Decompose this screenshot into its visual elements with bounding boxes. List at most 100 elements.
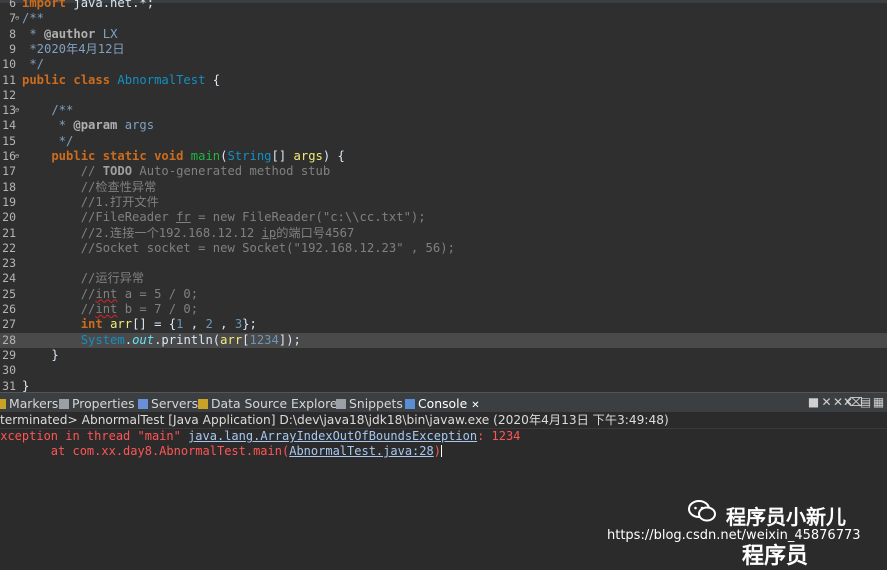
code-text: /** [22, 103, 73, 118]
snippets-icon [336, 399, 346, 409]
code-text: //int b = 7 / 0; [22, 302, 198, 317]
code-token: . [124, 332, 133, 347]
code-text: } [22, 379, 29, 393]
code-line[interactable]: 13 ⊖ /** [0, 103, 887, 118]
code-text: *2020年4月12日 [22, 42, 124, 57]
code-text: //1.打开文件 [22, 195, 159, 210]
code-line[interactable]: 21 //2.连接一个192.168.12.12 ip的端口号4567 [0, 226, 887, 241]
code-token: args [293, 149, 323, 163]
text-caret [440, 445, 442, 457]
line-number: 31 [2, 378, 16, 393]
code-token: 2 [205, 317, 213, 332]
code-token: */ [22, 133, 74, 148]
code-token: } [22, 378, 30, 393]
fold-toggle-icon[interactable]: ⊖ [15, 11, 19, 26]
code-token: arr [110, 317, 133, 332]
tab-properties[interactable]: Properties [59, 395, 135, 412]
code-line[interactable]: 18 //检查性异常 [0, 180, 887, 195]
code-text: int arr[] = {1 , 2 , 3}; [22, 317, 257, 332]
scroll-lock-icon[interactable]: ▤ [859, 395, 872, 409]
word-wrap-icon[interactable]: ▦ [872, 395, 885, 409]
code-line[interactable]: 10 */ [0, 57, 887, 72]
code-token: // [22, 164, 103, 179]
code-line[interactable]: 31} [0, 379, 887, 393]
code-line[interactable]: 19 //1.打开文件 [0, 195, 887, 210]
terminate-icon[interactable]: ■ [807, 395, 820, 409]
code-token: 的端口号4567 [276, 225, 355, 240]
tab-data-source-explorer[interactable]: Data Source Explorer [198, 395, 343, 412]
code-token: int [22, 317, 111, 332]
code-token: arr [220, 332, 243, 347]
line-number: 27 [2, 317, 16, 332]
close-tab-icon[interactable]: ✕ [471, 400, 479, 411]
source-location-link[interactable]: AbnormalTest.java:28 [289, 444, 434, 458]
code-line[interactable]: 29 } [0, 348, 887, 363]
code-line[interactable]: 28 System.out.println(arr[1234]); [0, 332, 887, 348]
code-text: /** [22, 11, 44, 26]
console-icon [405, 399, 415, 409]
stacktrace-prefix: at com.xx.day8.AbnormalTest.main( [50, 444, 290, 458]
code-line[interactable]: 9 *2020年4月12日 [0, 42, 887, 57]
code-token: * [22, 118, 74, 133]
code-token: TODO [102, 164, 133, 179]
code-text: //int a = 5 / 0; [22, 287, 198, 302]
code-token: //FileReader [22, 210, 177, 225]
clear-console-icon[interactable]: ⌫ [846, 395, 863, 409]
code-line[interactable]: 23 [0, 256, 887, 271]
code-line[interactable]: 12 [0, 88, 887, 103]
code-token: [] = { [132, 317, 177, 332]
code-line[interactable]: 6 import java.net.*; [0, 0, 887, 11]
code-token: fr [176, 210, 191, 225]
code-line[interactable]: 24 //运行异常 [0, 271, 887, 286]
console-toolbar: ■ ✕✕✕⌫▤ ▦ [807, 395, 885, 411]
tab-snippets[interactable]: Snippets [336, 395, 403, 412]
exception-prefix: Exception in thread "main" [0, 429, 189, 443]
code-line[interactable]: 17 // TODO Auto-generated method stub [0, 164, 887, 179]
code-token: = new FileReader("c:\\cc.txt"); [190, 210, 426, 225]
code-line[interactable]: 8 * @author LX [0, 27, 887, 42]
code-token: * [22, 26, 45, 41]
code-line[interactable]: 11 public class AbnormalTest { [0, 73, 887, 88]
line-number: 15 [2, 133, 16, 148]
wechat-icon [688, 500, 716, 522]
tab-label: Properties [72, 396, 135, 411]
code-token: Auto-generated method stub [132, 164, 331, 179]
code-token: LX [95, 26, 118, 41]
markers-icon [0, 399, 6, 409]
line-number: 21 [2, 225, 16, 240]
code-token: @author [44, 26, 96, 41]
code-editor[interactable]: 6 import java.net.*; 7 ⊖/** 8 * @author LX 9 … [0, 0, 887, 392]
code-line[interactable]: 27 int arr[] = {1 , 2 , 3}; [0, 317, 887, 332]
code-line[interactable]: 14 * @param args [0, 118, 887, 133]
code-line[interactable]: 30 [0, 363, 887, 378]
code-token: System [22, 332, 125, 347]
console-line-exception: Exception in thread "main" java.lang.Arr… [0, 429, 520, 444]
tab-label: Markers [9, 396, 59, 411]
code-line[interactable]: 20 //FileReader fr = new FileReader("c:\… [0, 210, 887, 225]
tab-servers[interactable]: Servers [138, 395, 198, 412]
watermark-url: https://blog.csdn.net/weixin_45876773 [607, 528, 861, 543]
code-token: a = 5 / 0; [117, 286, 199, 301]
remove-all-icon[interactable]: ✕✕ [833, 395, 853, 409]
code-line[interactable]: 25 //int a = 5 / 0; [0, 287, 887, 302]
code-token: ]); [278, 332, 301, 347]
code-token: ip [261, 225, 277, 240]
exception-class-link[interactable]: java.lang.ArrayIndexOutOfBoundsException [188, 429, 477, 443]
code-line[interactable]: 7 ⊖/** [0, 11, 887, 26]
fold-toggle-icon[interactable]: ⊖ [15, 103, 19, 118]
code-line[interactable]: 16 ⊖ public static void main(String[] arg… [0, 149, 887, 164]
fold-toggle-icon[interactable]: ⊖ [15, 149, 19, 164]
line-number: 7 [9, 11, 16, 26]
line-number: 29 [2, 347, 16, 362]
remove-launch-icon[interactable]: ✕ [820, 395, 833, 409]
code-token: // [22, 302, 96, 316]
tab-label: Snippets [349, 396, 403, 411]
tab-console[interactable]: Console ✕ [405, 395, 480, 412]
code-token: , [212, 317, 235, 332]
code-line[interactable]: 22 //Socket socket = new Socket("192.168… [0, 241, 887, 256]
code-line[interactable]: 15 */ [0, 134, 887, 149]
line-number: 18 [2, 179, 16, 194]
tab-markers[interactable]: Markers [0, 395, 58, 412]
code-line[interactable]: 26 //int b = 7 / 0; [0, 302, 887, 317]
view-tab-bar: Markers Properties Servers Data Source Expl… [0, 392, 887, 413]
